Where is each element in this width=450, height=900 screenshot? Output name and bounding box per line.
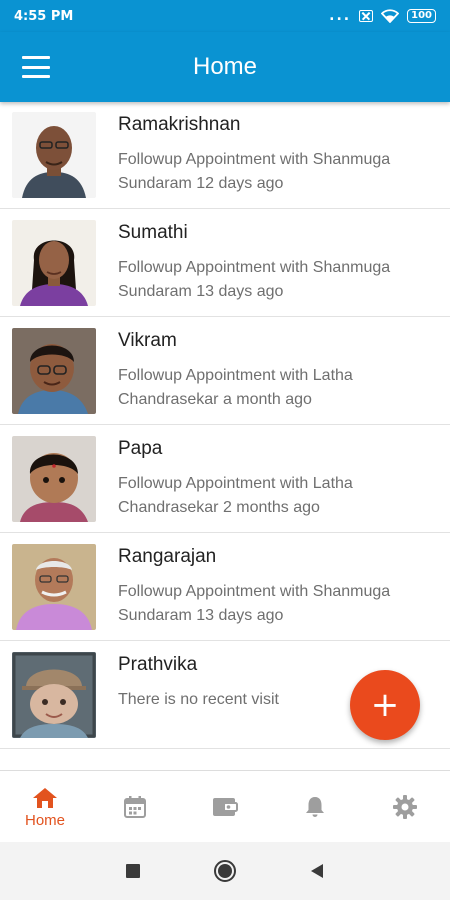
wifi-icon <box>381 9 400 23</box>
wallet-icon <box>213 798 238 816</box>
patient-last-visit: Followup Appointment with Shanmuga Sunda… <box>118 259 391 300</box>
home-icon <box>33 787 57 808</box>
status-bar: 4:55 PM ... 100 <box>0 0 450 32</box>
more-notifications-icon: ... <box>329 8 352 24</box>
patient-name: Rangarajan <box>118 546 217 567</box>
bell-icon <box>306 797 324 817</box>
patient-last-visit: Followup Appointment with Shanmuga Sunda… <box>118 583 391 624</box>
nav-calendar[interactable] <box>90 771 180 843</box>
patient-avatar <box>12 328 96 414</box>
calendar-icon <box>124 796 146 818</box>
no-sim-icon <box>359 10 374 22</box>
patient-name: Vikram <box>118 330 177 351</box>
battery-icon: 100 <box>407 9 436 23</box>
nav-home[interactable]: Home <box>0 771 90 843</box>
bottom-nav: Home <box>0 770 450 843</box>
page-title: Home <box>192 53 258 80</box>
patient-row[interactable]: Vikram Followup Appointment with Latha C… <box>0 318 450 425</box>
gear-icon <box>393 795 417 819</box>
patient-row[interactable]: Ramakrishnan Followup Appointment with S… <box>0 102 450 209</box>
patient-avatar <box>12 436 96 522</box>
patient-name: Prathvika <box>118 654 198 675</box>
patient-name: Papa <box>118 438 163 459</box>
app-bar: Home <box>0 32 450 102</box>
nav-home-label: Home <box>24 811 65 829</box>
nav-settings[interactable] <box>360 771 450 843</box>
patient-avatar <box>12 220 96 306</box>
nav-wallet[interactable] <box>180 771 270 843</box>
system-nav-bar <box>0 842 450 900</box>
patient-row[interactable]: Rangarajan Followup Appointment with Sha… <box>0 534 450 641</box>
status-icons: ... 100 <box>329 8 436 24</box>
patient-last-visit: Followup Appointment with Latha Chandras… <box>118 475 353 516</box>
patient-avatar <box>12 652 96 738</box>
home-circle-icon[interactable] <box>213 859 237 883</box>
status-time: 4:55 PM <box>14 8 74 24</box>
patient-last-visit: Followup Appointment with Shanmuga Sunda… <box>118 151 391 192</box>
patient-avatar <box>12 544 96 630</box>
nav-notifications[interactable] <box>270 771 360 843</box>
add-patient-button[interactable]: + <box>350 670 420 740</box>
patient-name: Sumathi <box>118 222 188 243</box>
back-icon[interactable] <box>309 862 325 880</box>
patient-last-visit: Followup Appointment with Latha Chandras… <box>118 367 353 408</box>
patient-name: Ramakrishnan <box>118 114 241 135</box>
patient-row[interactable]: Sumathi Followup Appointment with Shanmu… <box>0 210 450 317</box>
patient-avatar <box>12 112 96 198</box>
recents-icon[interactable] <box>125 863 141 879</box>
patient-row[interactable]: Papa Followup Appointment with Latha Cha… <box>0 426 450 533</box>
